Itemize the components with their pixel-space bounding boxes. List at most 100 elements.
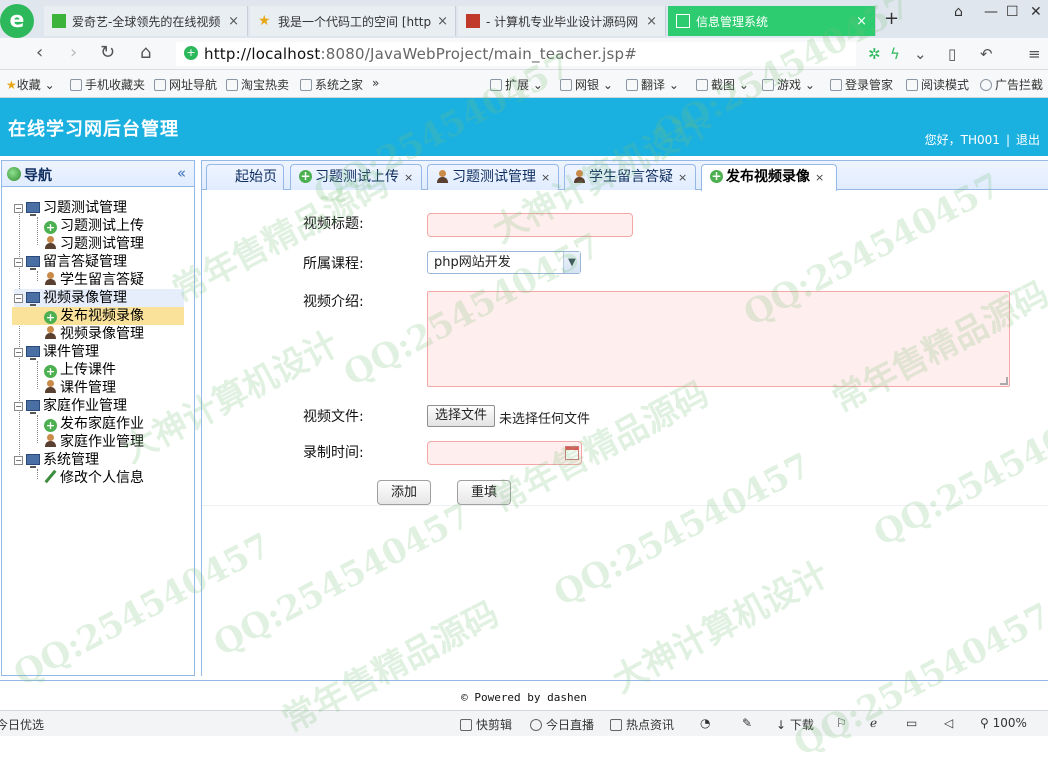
zoom-level[interactable]: ⚲ 100% [980, 716, 1027, 730]
volume-icon[interactable]: ◁ [944, 716, 953, 730]
resize-handle-icon[interactable] [1000, 377, 1008, 385]
choose-file-button[interactable]: 选择文件 [427, 405, 496, 427]
tab-student-messages[interactable]: 学生留言答疑 × [564, 164, 696, 190]
collapse-toggle-icon[interactable]: − [14, 258, 23, 267]
tree-item-upload-exercise[interactable]: + 习题测试上传 [44, 217, 144, 235]
tab-close-icon[interactable]: × [404, 171, 413, 184]
course-select[interactable]: php网站开发 ▼ [427, 251, 581, 274]
bookmark-games[interactable]: 游戏 ⌄ [762, 76, 815, 93]
tree-item-publish-homework[interactable]: + 发布家庭作业 [44, 415, 144, 433]
tree-group-system[interactable]: − 系统管理 [14, 451, 99, 469]
browser-tab-active[interactable]: 信息管理系统 × [668, 6, 876, 36]
tree-group-homework[interactable]: − 家庭作业管理 [14, 397, 127, 415]
tree-item-upload-courseware[interactable]: + 上传课件 [44, 361, 116, 379]
add-icon: + [44, 221, 57, 234]
undo-icon[interactable]: ↶ [980, 45, 993, 63]
tree-item-edit-profile[interactable]: 修改个人信息 [44, 469, 144, 487]
dropdown-icon[interactable]: ⌄ [914, 45, 927, 63]
bookmark-adblock[interactable]: 广告拦截 [980, 76, 1043, 93]
tab-close-icon[interactable]: × [431, 14, 448, 29]
tab-close-icon[interactable]: × [850, 14, 867, 29]
new-tab-button[interactable]: + [884, 8, 899, 29]
home-icon[interactable]: ⌂ [140, 42, 151, 63]
menu-icon[interactable]: ≡ [1028, 45, 1041, 63]
status-today-picks[interactable]: 今日优选 [0, 716, 44, 733]
tree-group-messages[interactable]: − 留言答疑管理 [14, 253, 127, 271]
tab-close-icon[interactable]: × [678, 171, 687, 184]
tab-home[interactable]: 起始页 [206, 164, 284, 190]
add-button[interactable]: 添加 [377, 480, 431, 505]
lightning-icon[interactable]: ϟ [890, 45, 900, 63]
tree-item-student-messages[interactable]: 学生留言答疑 [44, 271, 144, 289]
back-icon[interactable]: ‹ [36, 42, 43, 63]
bookmark-favorites[interactable]: ★收藏 ⌄ [6, 76, 55, 93]
tab-close-icon[interactable]: × [222, 14, 239, 29]
browser-tab-iqiyi[interactable]: 爱奇艺-全球领先的在线视频 × [44, 6, 248, 36]
bookmark-screenshot[interactable]: 截图 ⌄ [696, 76, 749, 93]
clean-icon[interactable]: ✎ [742, 716, 752, 730]
tree-line [37, 361, 38, 389]
bookmark-extension[interactable]: 扩展 ⌄ [490, 76, 543, 93]
page-icon [226, 79, 238, 91]
status-live[interactable]: 今日直播 [530, 716, 594, 733]
accelerate-icon[interactable]: ✲ [868, 45, 881, 63]
tab-close-icon[interactable]: × [541, 171, 550, 184]
skin-icon[interactable]: ⌂ [954, 4, 963, 20]
tree-group-video[interactable]: − 视频录像管理 [14, 289, 184, 307]
record-time-input[interactable] [427, 441, 582, 465]
ie-icon[interactable]: ℯ [870, 716, 877, 730]
bookmark-nav[interactable]: 网址导航 [154, 76, 217, 93]
collapse-toggle-icon[interactable]: − [14, 294, 23, 303]
forward-icon[interactable]: › [70, 42, 77, 63]
collapse-toggle-icon[interactable]: − [14, 402, 23, 411]
minimize-icon[interactable]: — [984, 4, 998, 20]
tree-group-exercise[interactable]: − 习题测试管理 [14, 199, 127, 217]
tab-manage-exercise[interactable]: 习题测试管理 × [427, 164, 559, 190]
mobile-icon[interactable]: ▯ [948, 45, 956, 63]
logout-link[interactable]: 退出 [1016, 133, 1040, 147]
tree-item-manage-courseware[interactable]: 课件管理 [44, 379, 116, 397]
shield-icon [560, 79, 572, 91]
collapse-toggle-icon[interactable]: − [14, 204, 23, 213]
status-download[interactable]: ↓ 下载 [776, 716, 814, 733]
window-icon[interactable]: ▭ [906, 716, 917, 730]
tree-item-manage-homework[interactable]: 家庭作业管理 [44, 433, 144, 451]
tab-publish-video[interactable]: 发布视频录像× [701, 164, 837, 191]
tree-item-manage-video[interactable]: 视频录像管理 [44, 325, 144, 343]
collapse-icon[interactable]: « [177, 164, 186, 182]
course-label: 所属课程: [303, 256, 364, 272]
tree-item-publish-video[interactable]: + 发布视频录像 [12, 307, 184, 325]
tab-close-icon[interactable]: × [640, 14, 657, 29]
url-input[interactable]: + http://localhost:8080/JavaWebProject/m… [176, 42, 856, 66]
tab-upload-exercise[interactable]: 习题测试上传× [290, 164, 422, 190]
reset-button[interactable]: 重填 [457, 480, 511, 505]
browser-tab-blog[interactable]: ★ 我是一个代码工的空间 [http × [250, 6, 456, 36]
tree-group-courseware[interactable]: − 课件管理 [14, 343, 99, 361]
bookmark-more[interactable]: » [372, 76, 379, 90]
status-hot-news[interactable]: 热点资讯 [610, 716, 674, 733]
collapse-toggle-icon[interactable]: − [14, 348, 23, 357]
bookmark-system[interactable]: 系统之家 [300, 76, 363, 93]
browser-tab-source[interactable]: - 计算机专业毕业设计源码网 × [458, 6, 666, 36]
bookmark-taobao[interactable]: 淘宝热卖 [226, 76, 289, 93]
status-quick-edit[interactable]: 快剪辑 [460, 716, 512, 733]
bookmark-translate[interactable]: 翻译 ⌄ [626, 76, 679, 93]
bookmark-bank[interactable]: 网银 ⌄ [560, 76, 613, 93]
video-title-input[interactable] [427, 213, 633, 237]
nav-panel: 导航 « − 习题测试管理 + 习题测试上传 习题测试管理 − 留言答疑管理 学生留言… [1, 160, 195, 676]
maximize-icon[interactable]: ☐ [1006, 4, 1019, 20]
close-window-icon[interactable]: ✕ [1030, 4, 1042, 20]
flag-icon[interactable]: ⚐ [836, 716, 847, 730]
bookmark-login[interactable]: 登录管家 [830, 76, 893, 93]
speed-icon[interactable]: ◔ [700, 716, 710, 730]
reload-icon[interactable]: ↻ [100, 42, 115, 63]
user-icon [573, 170, 586, 183]
video-intro-textarea[interactable] [427, 291, 1010, 387]
gamepad-icon [762, 79, 774, 91]
tree-item-manage-exercise[interactable]: 习题测试管理 [44, 235, 144, 253]
bookmark-mobile[interactable]: 手机收藏夹 [70, 76, 145, 93]
tab-close-icon[interactable]: × [815, 171, 824, 184]
calendar-icon[interactable] [565, 446, 579, 460]
bookmark-reading[interactable]: 阅读模式 [906, 76, 969, 93]
collapse-toggle-icon[interactable]: − [14, 456, 23, 465]
